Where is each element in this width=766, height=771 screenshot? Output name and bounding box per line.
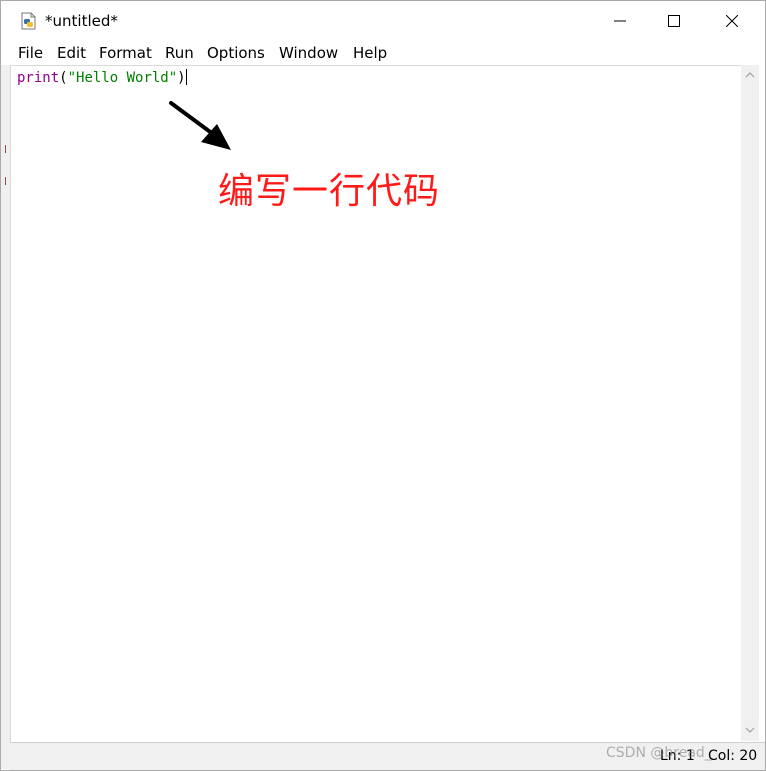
left-gutter	[1, 65, 10, 769]
menu-run[interactable]: Run	[165, 44, 194, 62]
watermark: CSDN @bread_	[606, 745, 712, 761]
title-bar[interactable]: *untitled*	[1, 1, 765, 41]
close-button[interactable]	[703, 1, 761, 41]
scroll-up-icon[interactable]	[745, 71, 755, 78]
menu-edit[interactable]: Edit	[57, 44, 86, 62]
builtin-token: print	[17, 70, 60, 86]
menu-help[interactable]: Help	[353, 44, 387, 62]
status-column-number: Col: 20	[708, 748, 758, 764]
vertical-scrollbar[interactable]	[741, 65, 759, 741]
maximize-button[interactable]	[645, 1, 703, 41]
annotation-text: 编写一行代码	[218, 171, 441, 212]
maximize-icon	[668, 15, 680, 27]
menu-file[interactable]: File	[18, 44, 43, 62]
code-line-1[interactable]: print("Hello World")	[17, 69, 187, 86]
window-title: *untitled*	[45, 12, 118, 30]
idle-editor-window: *untitled* File Edit Format Run Options …	[0, 0, 766, 771]
python-file-icon	[21, 12, 36, 30]
paren-token: )	[177, 70, 186, 86]
menu-window[interactable]: Window	[279, 44, 338, 62]
minimize-icon	[614, 20, 626, 22]
text-cursor	[185, 69, 187, 85]
menu-options[interactable]: Options	[207, 44, 265, 62]
annotation-arrow-icon	[169, 101, 231, 150]
close-icon	[726, 15, 738, 27]
paren-token: (	[59, 70, 68, 86]
string-token: "Hello World"	[67, 70, 178, 86]
menu-format[interactable]: Format	[99, 44, 152, 62]
minimize-button[interactable]	[591, 1, 649, 41]
scroll-down-icon[interactable]	[745, 727, 755, 734]
menu-bar: File Edit Format Run Options Window Help	[1, 41, 765, 65]
